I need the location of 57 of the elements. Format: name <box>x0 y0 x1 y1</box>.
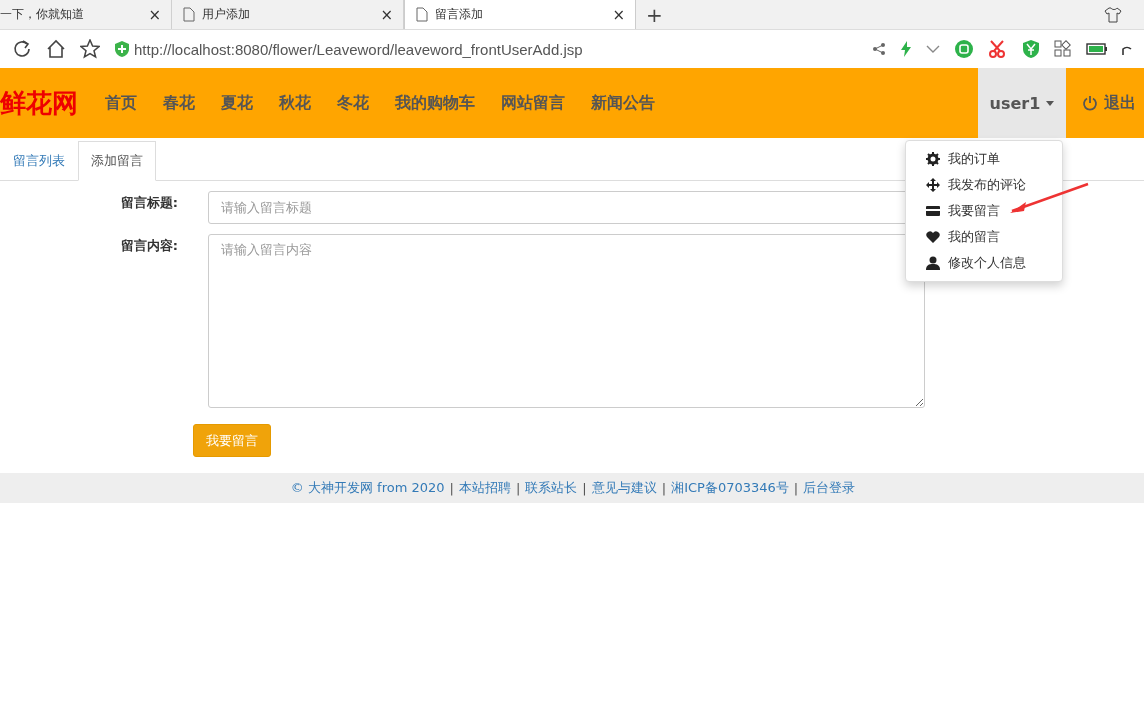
battery-icon[interactable] <box>1086 43 1108 55</box>
nav-link[interactable]: 新闻公告 <box>578 92 668 114</box>
page-icon <box>415 7 429 22</box>
chevron-icon[interactable] <box>926 44 940 54</box>
user-menu-toggle[interactable]: user1 <box>978 68 1066 138</box>
lightning-icon[interactable] <box>900 41 912 57</box>
star-icon[interactable] <box>80 39 100 59</box>
close-tab-button[interactable]: × <box>148 5 161 24</box>
app-icon[interactable] <box>954 39 974 59</box>
separator: | <box>582 480 587 496</box>
page-tab[interactable]: 添加留言 <box>78 141 156 181</box>
separator: | <box>515 480 521 496</box>
browser-tab[interactable]: 留言添加 × <box>404 0 636 29</box>
scissors-icon[interactable] <box>988 40 1008 58</box>
page-icon <box>182 7 196 22</box>
move-icon <box>926 178 940 192</box>
close-tab-button[interactable]: × <box>380 5 393 24</box>
message-content-field[interactable]: 请输入留言内容 <box>208 234 925 408</box>
logout-link[interactable]: 退出 <box>1066 92 1144 114</box>
new-tab-button[interactable]: + <box>636 2 673 27</box>
user-icon <box>926 256 940 270</box>
footer-link[interactable]: 联系站长 <box>525 479 578 497</box>
browser-tab[interactable]: 一下，你就知道 × <box>0 0 172 29</box>
separator: | <box>793 480 799 496</box>
dropdown-item[interactable]: 我的订单 <box>906 146 1062 172</box>
url-field[interactable]: http://localhost:8080/flower/Leaveword/leaveword_frontUserAdd.jsp <box>134 40 858 58</box>
field-label: 留言内容: <box>119 237 179 255</box>
heart-icon <box>926 230 940 244</box>
nav-link[interactable]: 秋花 <box>266 92 324 114</box>
gear-icon <box>926 152 940 166</box>
home-icon[interactable] <box>46 39 66 59</box>
yen-shield-icon[interactable] <box>1022 39 1040 59</box>
nav-link[interactable]: 我的购物车 <box>382 92 488 114</box>
nav-link[interactable]: 夏花 <box>208 92 266 114</box>
nav-link[interactable]: 网站留言 <box>488 92 578 114</box>
card-icon <box>926 204 940 218</box>
shirt-icon[interactable] <box>1104 6 1122 23</box>
separator: | <box>661 480 667 496</box>
field-label: 留言标题: <box>119 194 179 212</box>
shield-icon <box>114 40 130 58</box>
footer-link[interactable]: 意见与建议 <box>591 479 657 497</box>
close-tab-button[interactable]: × <box>612 5 625 24</box>
share-icon[interactable] <box>872 42 886 56</box>
copyright-link[interactable]: © 大神开发网 from 2020 <box>290 479 445 497</box>
footer-link[interactable]: 湘ICP备0703346号 <box>671 479 789 497</box>
separator: | <box>449 480 454 496</box>
caret-icon <box>1046 100 1055 106</box>
power-icon <box>1082 95 1098 111</box>
nav-link[interactable]: 冬花 <box>324 92 382 114</box>
footer-link[interactable]: 本站招聘 <box>458 479 511 497</box>
reload-icon[interactable] <box>12 39 32 59</box>
page-tab[interactable]: 留言列表 <box>0 141 78 180</box>
grid-icon[interactable] <box>1054 40 1072 58</box>
nav-link[interactable]: 春花 <box>150 92 208 114</box>
footer-link[interactable]: 后台登录 <box>803 479 856 497</box>
site-logo[interactable]: 鲜花网 <box>0 85 78 121</box>
nav-link[interactable]: 首页 <box>92 92 150 114</box>
